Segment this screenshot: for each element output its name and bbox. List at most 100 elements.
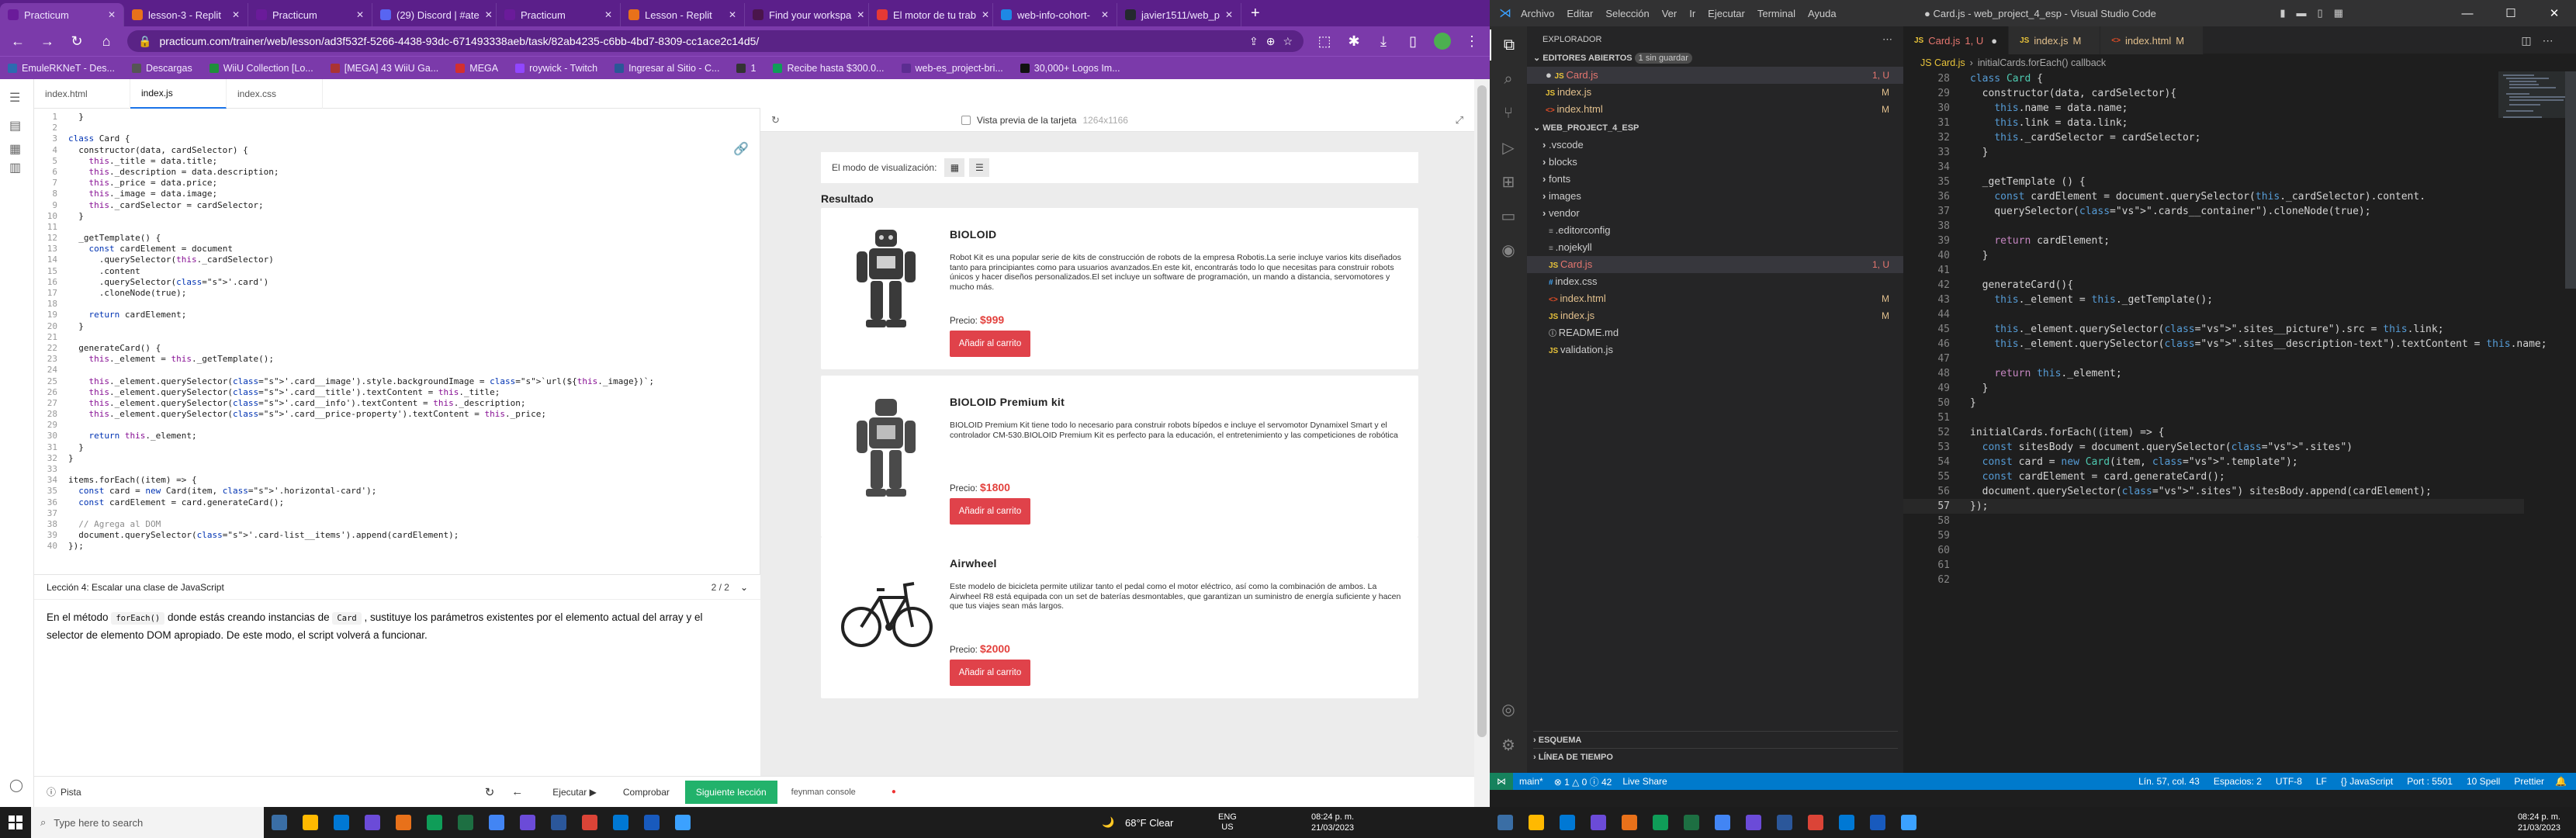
expand-icon[interactable]: ⤢ bbox=[1456, 114, 1463, 126]
firefox-icon[interactable] bbox=[1614, 807, 1645, 838]
star-icon[interactable]: ☆ bbox=[1283, 35, 1293, 48]
open-editor-item[interactable]: <> index.html M bbox=[1527, 101, 1903, 118]
chrome-icon[interactable] bbox=[481, 807, 512, 838]
file-item[interactable]: <> index.html M bbox=[1527, 290, 1903, 307]
profile-avatar[interactable] bbox=[1434, 33, 1451, 50]
edge-icon[interactable] bbox=[1552, 807, 1583, 838]
browser-tab[interactable]: El motor de tu trab ✕ bbox=[869, 3, 993, 26]
share-icon[interactable]: ⇪ bbox=[1249, 35, 1259, 48]
language-indicator[interactable]: ENG US bbox=[1218, 812, 1237, 833]
folder-item[interactable]: › blocks bbox=[1527, 154, 1903, 171]
start-button[interactable] bbox=[0, 807, 31, 838]
explorer-icon[interactable]: ⧉ bbox=[1490, 29, 1527, 61]
menu-icon[interactable]: ⋮ bbox=[1463, 33, 1480, 50]
code-editor[interactable]: 28 class Card {29 constructor(data, cardS… bbox=[1903, 71, 2547, 591]
word-icon[interactable] bbox=[636, 807, 667, 838]
theory-icon[interactable]: ▥ bbox=[9, 160, 21, 175]
menu-item[interactable]: Editar bbox=[1567, 8, 1593, 19]
browser-tab[interactable]: Practicum ✕ bbox=[0, 3, 124, 26]
search-icon[interactable]: ⌕ bbox=[1490, 64, 1527, 95]
file-item[interactable]: # index.css bbox=[1527, 273, 1903, 290]
file-item[interactable]: ≡ .editorconfig bbox=[1527, 222, 1903, 239]
scroll-thumb[interactable] bbox=[1477, 85, 1487, 737]
more-actions-icon[interactable]: ⋯ bbox=[2543, 34, 2553, 47]
spell-status[interactable]: 10 Spell bbox=[2467, 776, 2500, 787]
notifications-icon[interactable]: 🔔 bbox=[2555, 776, 2567, 787]
word-icon[interactable] bbox=[1862, 807, 1893, 838]
browser-tab[interactable]: Lesson - Replit ✕ bbox=[621, 3, 745, 26]
prettier-status[interactable]: Prettier bbox=[2514, 776, 2544, 787]
open-editors-header[interactable]: ⌄ EDITORES ABIERTOS 1 sin guardar bbox=[1533, 50, 1898, 67]
problems-status[interactable]: ⊗ 1 △ 0 ⓘ 42 bbox=[1554, 775, 1612, 788]
chrome-icon[interactable] bbox=[1707, 807, 1738, 838]
menu-item[interactable]: Selección bbox=[1605, 8, 1649, 19]
browser-tab[interactable]: Practicum ✕ bbox=[248, 3, 372, 26]
add-to-cart-button[interactable]: Añadir al carrito bbox=[950, 331, 1030, 357]
chrome-icon[interactable] bbox=[1800, 807, 1831, 838]
edge-icon[interactable] bbox=[326, 807, 357, 838]
reset-icon[interactable]: ↻ bbox=[485, 785, 495, 799]
file-item[interactable]: JS index.js M bbox=[1527, 307, 1903, 324]
close-tab-icon[interactable]: ✕ bbox=[982, 9, 989, 20]
file-item[interactable]: ⓘ README.md bbox=[1527, 324, 1903, 341]
unsaved-dot-icon[interactable]: ● bbox=[1991, 35, 1997, 47]
tab-index-css[interactable]: index.css bbox=[227, 79, 323, 109]
source-control-icon[interactable]: ⑂ bbox=[1490, 98, 1527, 129]
add-to-cart-button[interactable]: Añadir al carrito bbox=[950, 660, 1030, 686]
task-view-icon[interactable] bbox=[264, 807, 295, 838]
close-tab-icon[interactable]: ✕ bbox=[1101, 9, 1109, 20]
puzzle-icon[interactable]: ✱ bbox=[1345, 33, 1362, 50]
new-tab-button[interactable]: + bbox=[1251, 5, 1260, 23]
grid-view-icon[interactable]: ▦ bbox=[944, 158, 965, 177]
chrome-icon[interactable] bbox=[574, 807, 605, 838]
editor-tab[interactable]: JS index.js M bbox=[2009, 26, 2101, 54]
menu-item[interactable]: Ejecutar bbox=[1708, 8, 1745, 19]
app-icon[interactable] bbox=[357, 807, 388, 838]
browser-tab[interactable]: Practicum ✕ bbox=[497, 3, 621, 26]
live-server-status[interactable]: Port : 5501 bbox=[2407, 776, 2453, 787]
task-view-icon[interactable] bbox=[1490, 807, 1521, 838]
github-icon[interactable]: ◉ bbox=[1490, 234, 1527, 265]
menu-item[interactable]: Archivo bbox=[1521, 8, 1554, 19]
lock-icon[interactable]: 🔒 bbox=[138, 35, 151, 48]
open-editor-item[interactable]: JS index.js M bbox=[1527, 84, 1903, 101]
bookmark-item[interactable]: MEGA bbox=[455, 63, 498, 74]
browser-tab[interactable]: lesson-3 - Replit ✕ bbox=[124, 3, 248, 26]
app-icon[interactable] bbox=[419, 807, 450, 838]
eol-status[interactable]: LF bbox=[2316, 776, 2327, 787]
run-debug-icon[interactable]: ▷ bbox=[1490, 132, 1527, 163]
bookmark-item[interactable]: [MEGA] 43 WiiU Ga... bbox=[330, 63, 438, 74]
undo-icon[interactable]: ← bbox=[511, 785, 523, 798]
menu-item[interactable]: Ver bbox=[1662, 8, 1678, 19]
weather-icon[interactable]: 🌙 bbox=[1102, 816, 1114, 829]
weather-text[interactable]: 68°F Clear bbox=[1125, 817, 1173, 829]
preview-checkbox[interactable] bbox=[961, 115, 971, 125]
branch-status[interactable]: main* bbox=[1519, 776, 1543, 787]
customize-layout-icon[interactable]: ▦ bbox=[2334, 7, 2343, 19]
open-editor-item[interactable]: ● JS Card.js 1, U bbox=[1527, 67, 1903, 84]
app-icon[interactable] bbox=[512, 807, 543, 838]
run-button[interactable]: Ejecutar ▶ bbox=[543, 782, 606, 802]
close-tab-icon[interactable]: ✕ bbox=[356, 9, 364, 20]
bookmark-item[interactable]: WiiU Collection [Lo... bbox=[209, 63, 313, 74]
extension-icon[interactable]: ⬚ bbox=[1316, 33, 1333, 50]
app-icon[interactable] bbox=[1831, 807, 1862, 838]
vscode-icon[interactable] bbox=[1893, 807, 1924, 838]
layout-secondary-icon[interactable]: ▯ bbox=[2318, 7, 2323, 19]
layout-sidebar-icon[interactable]: ▮ bbox=[2280, 7, 2285, 19]
extensions-icon[interactable]: ⊞ bbox=[1490, 166, 1527, 197]
remote-explorer-icon[interactable]: ▭ bbox=[1490, 200, 1527, 231]
file-item[interactable]: JS Card.js 1, U bbox=[1527, 256, 1903, 273]
notes-icon[interactable]: ▦ bbox=[9, 141, 21, 157]
indentation-status[interactable]: Espacios: 2 bbox=[2214, 776, 2262, 787]
excel-icon[interactable] bbox=[1676, 807, 1707, 838]
editor-tab[interactable]: JS Card.js 1, U ● bbox=[1903, 26, 2010, 54]
close-tab-icon[interactable]: ✕ bbox=[729, 9, 736, 20]
app-icon[interactable] bbox=[1583, 807, 1614, 838]
account-icon[interactable]: ◎ bbox=[1490, 694, 1527, 725]
link-icon[interactable]: 🔗 bbox=[733, 141, 749, 156]
project-header[interactable]: ⌄ WEB_PROJECT_4_ESP bbox=[1533, 119, 1639, 137]
remote-icon[interactable]: ⋈ bbox=[1490, 773, 1513, 790]
list-view-icon[interactable]: ☰ bbox=[969, 158, 990, 177]
minimize-button[interactable]: — bbox=[2446, 0, 2489, 26]
